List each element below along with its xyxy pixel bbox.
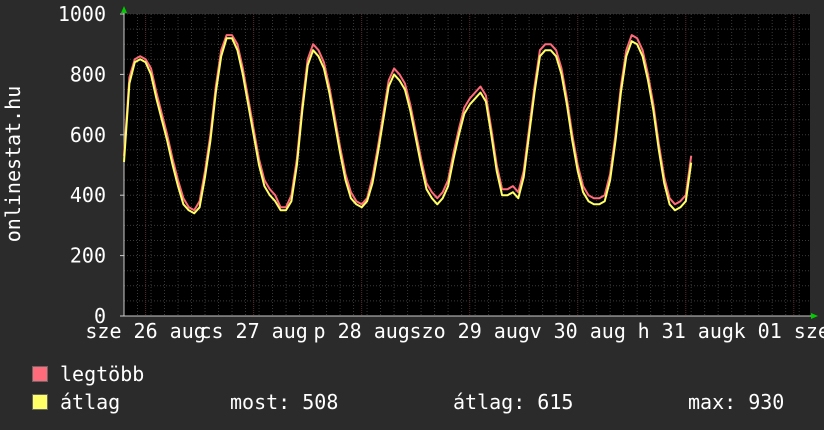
legend-item-avg: átlag: [32, 390, 120, 414]
legend-label-avg: átlag: [60, 390, 121, 414]
x-tick-label: k 01 szept: [734, 319, 824, 343]
y-axis-label: onlinestat.hu: [1, 86, 25, 243]
stat-max: max: 930: [688, 390, 785, 414]
legend-swatch-avg: [32, 394, 48, 410]
y-tick-label: 400: [70, 183, 106, 207]
y-tick-label: 200: [70, 244, 106, 268]
x-tick-label: h 31 aug: [638, 319, 734, 343]
legend-swatch-max: [32, 366, 48, 382]
x-tick-label: sze 26 aug: [85, 319, 205, 343]
line-chart: 02004006008001000 sze 26 augcs 27 aug p 2…: [1, 2, 824, 343]
y-tick-label: 1000: [58, 2, 106, 26]
y-axis: 02004006008001000: [58, 2, 124, 328]
y-tick-label: 800: [70, 62, 106, 86]
x-tick-label: cs 27 aug: [199, 319, 307, 343]
legend-item-max: legtöbb: [32, 362, 144, 386]
y-tick-label: 600: [70, 123, 106, 147]
x-tick-label: p 28 aug: [314, 319, 410, 343]
stat-current: most: 508: [230, 390, 339, 414]
x-tick-label: v 30 aug: [530, 319, 626, 343]
x-tick-label: szo 29 aug: [409, 319, 529, 343]
y-axis-arrow-icon: [121, 6, 127, 13]
stat-average: átlag: 615: [453, 390, 574, 414]
legend-label-max: legtöbb: [60, 362, 145, 386]
